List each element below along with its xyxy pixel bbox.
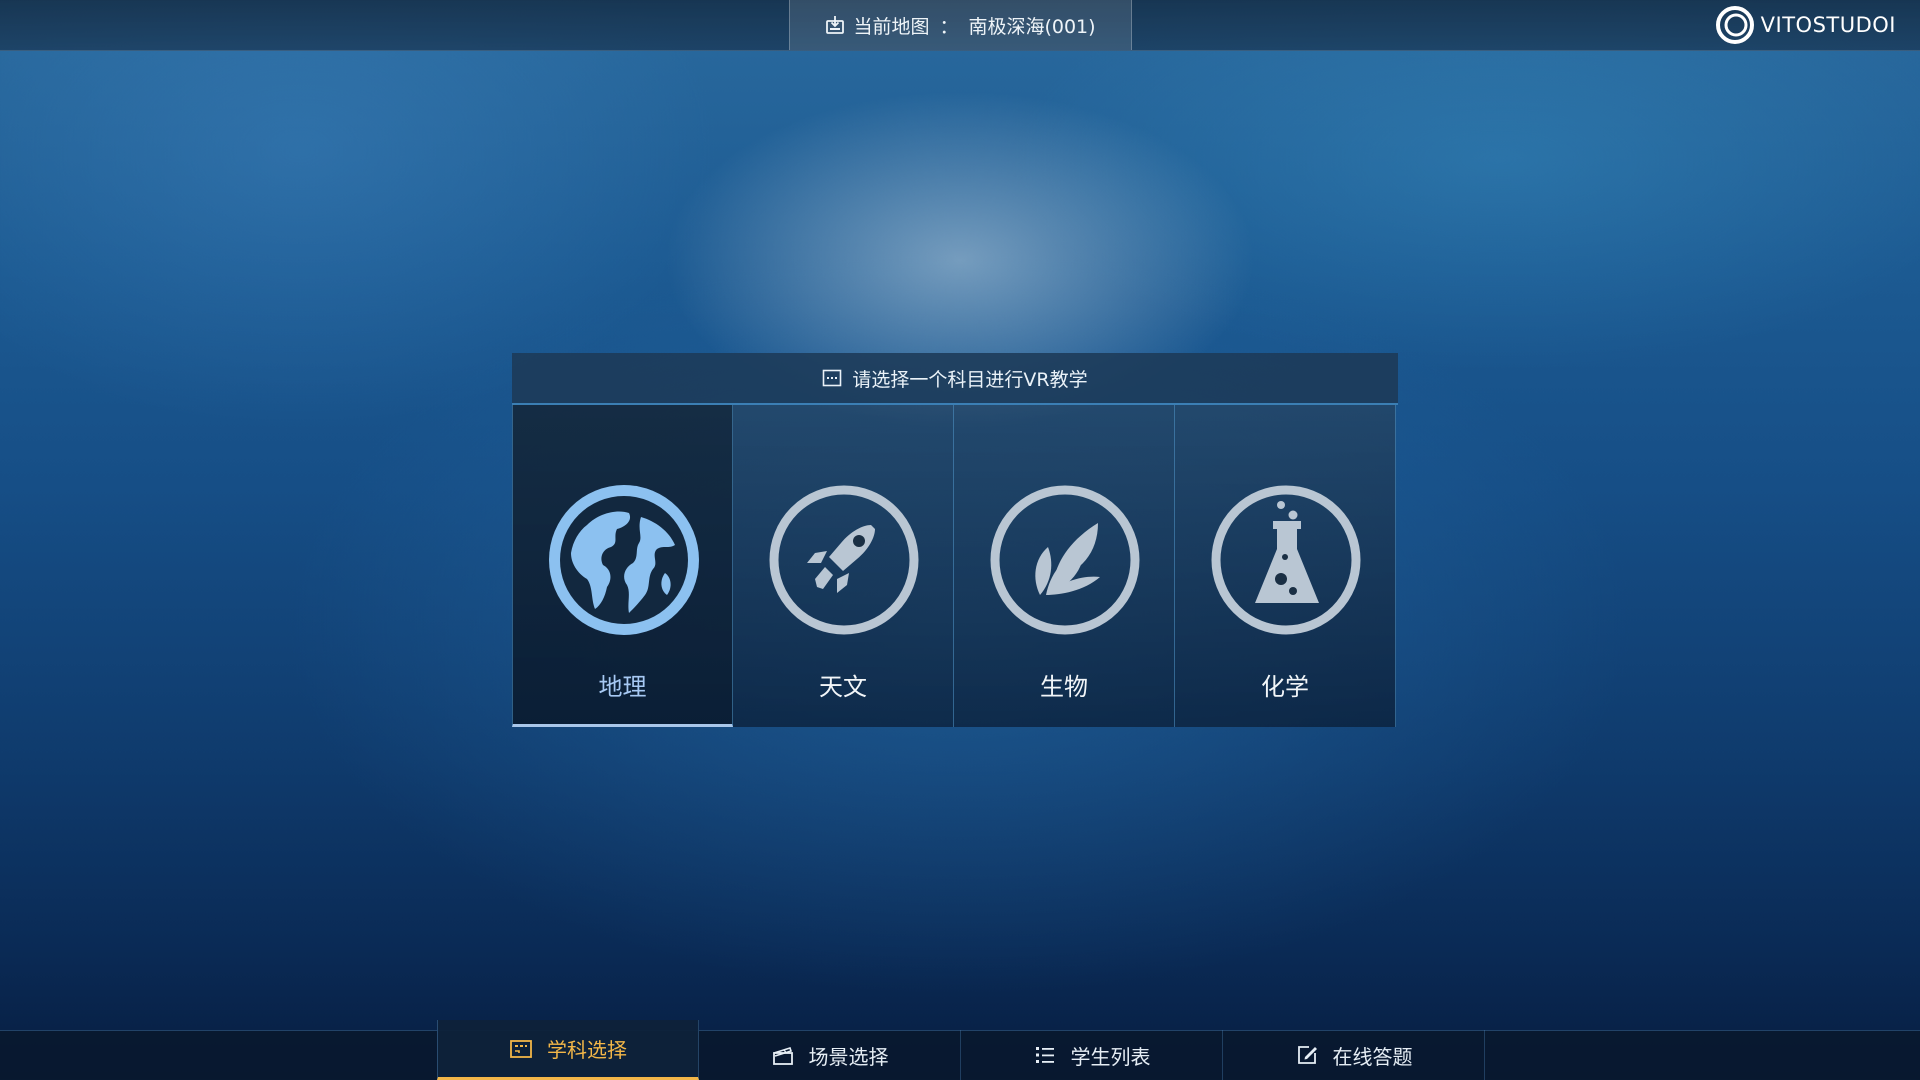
subject-label-chemistry: 化学	[1261, 673, 1309, 701]
brand-logo: VITOSTUDOI	[1715, 0, 1896, 50]
map-separator: ：	[939, 15, 959, 38]
flask-icon	[1211, 485, 1361, 635]
tab-label: 在线答题	[1332, 1044, 1413, 1069]
subject-card-astronomy[interactable]: 天文	[733, 405, 954, 727]
subject-cards: 地理 天文 生物 化学	[512, 405, 1398, 727]
tab-label: 学科选择	[547, 1038, 627, 1062]
tab-subject-select[interactable]: 学科选择	[437, 1020, 699, 1080]
tab-scene-select[interactable]: 场景选择	[699, 1030, 961, 1080]
subject-panel: 请选择一个科目进行VR教学 地理 天文 生物 化学	[512, 353, 1398, 727]
subject-label-geography: 地理	[598, 673, 647, 701]
subject-label-biology: 生物	[1040, 673, 1088, 701]
map-value: 南极深海(001)	[968, 15, 1096, 38]
rocket-icon	[769, 485, 919, 635]
globe-icon	[549, 485, 699, 635]
subject-label-astronomy: 天文	[819, 673, 867, 701]
subject-card-chemistry[interactable]: 化学	[1175, 405, 1396, 727]
list-icon	[1035, 1047, 1054, 1063]
map-label: 当前地图	[853, 15, 930, 38]
clapperboard-icon	[772, 1047, 793, 1065]
tab-student-list[interactable]: 学生列表	[961, 1030, 1223, 1080]
map-download-icon	[826, 16, 845, 34]
panel-header: 请选择一个科目进行VR教学	[512, 353, 1398, 405]
dialog-icon	[823, 369, 842, 387]
panel-title: 请选择一个科目进行VR教学	[852, 368, 1088, 391]
subject-card-geography[interactable]: 地理	[512, 405, 733, 727]
edit-icon	[1297, 1046, 1317, 1064]
tab-label: 学生列表	[1070, 1044, 1151, 1069]
leaf-icon	[990, 485, 1140, 635]
tab-label: 场景选择	[808, 1044, 889, 1069]
brand-ring-icon	[1715, 6, 1754, 44]
tab-online-quiz[interactable]: 在线答题	[1223, 1030, 1485, 1080]
brand-name: VITOSTUDOI	[1760, 13, 1896, 37]
subject-select-icon	[510, 1039, 532, 1058]
current-map-indicator[interactable]: 当前地图 ： 南极深海(001)	[789, 0, 1132, 50]
subject-card-biology[interactable]: 生物	[954, 405, 1175, 727]
